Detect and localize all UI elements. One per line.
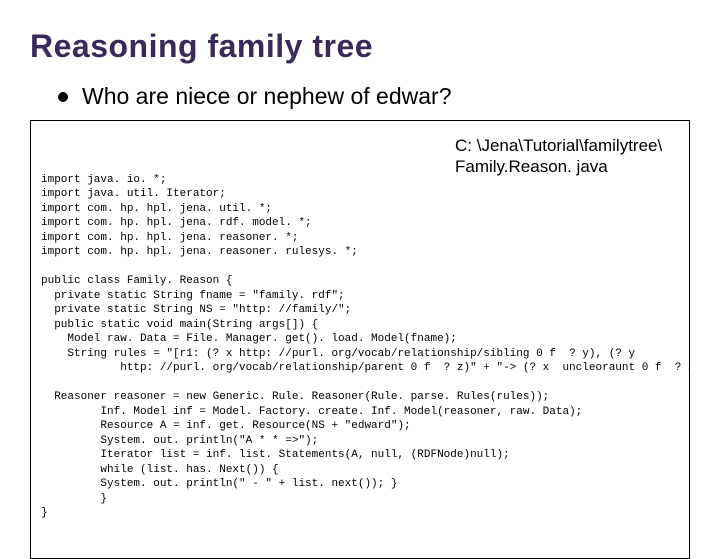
file-path-label: C: \Jena\Tutorial\familytree\ Family.Rea… [455,135,675,178]
code-box: C: \Jena\Tutorial\familytree\ Family.Rea… [30,120,690,559]
bullet-icon [58,92,68,102]
bullet-row: Who are niece or nephew of edwar? [58,83,690,110]
code-content: import java. io. *; import java. util. I… [41,173,679,521]
slide: Reasoning family tree Who are niece or n… [0,0,720,540]
slide-title: Reasoning family tree [30,28,690,65]
question-text: Who are niece or nephew of edwar? [82,83,452,110]
